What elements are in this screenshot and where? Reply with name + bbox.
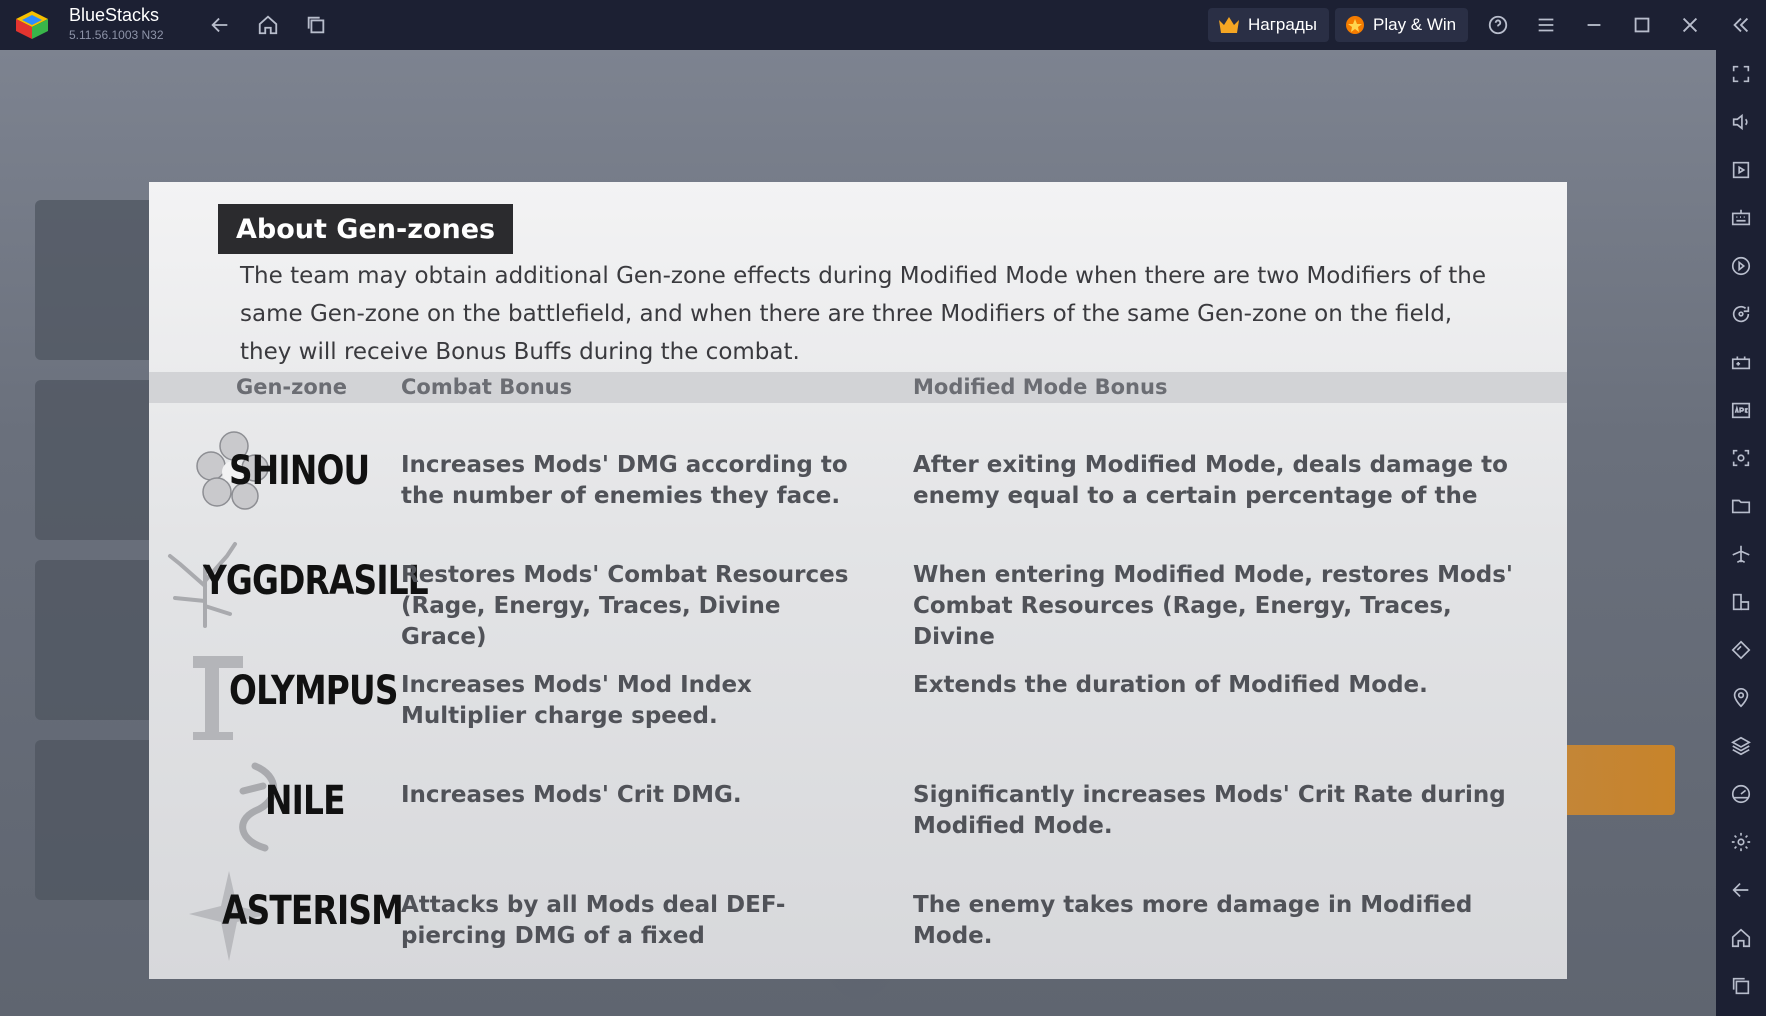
home-icon[interactable] — [254, 11, 282, 39]
modified-bonus-text: Extends the duration of Modified Mode. — [913, 672, 1428, 698]
rewards-label: Награды — [1248, 15, 1317, 34]
macro-icon[interactable] — [1729, 254, 1753, 278]
yggdrasill-logo: YGGDRASILL — [165, 536, 429, 636]
crown-icon — [1219, 17, 1239, 33]
playwin-icon — [1346, 16, 1364, 34]
modified-bonus-text: When entering Modified Mode, restores Mo… — [913, 562, 1513, 650]
multi-instance-icon[interactable] — [302, 11, 330, 39]
settings-icon[interactable] — [1729, 830, 1753, 854]
background-character-card — [35, 560, 155, 720]
modified-bonus-text: After exiting Modified Mode, deals damag… — [913, 452, 1508, 509]
table-row: OLYMPUS Increases Mods' Mod Index Multip… — [149, 646, 1567, 756]
home-icon[interactable] — [1729, 926, 1753, 950]
table-row: YGGDRASILL Restores Mods' Combat Resourc… — [149, 536, 1567, 650]
app-version: 5.11.56.1003 N32 — [69, 28, 164, 42]
folder-icon[interactable] — [1729, 494, 1753, 518]
performance-icon[interactable] — [1729, 782, 1753, 806]
zone-name: SHINOU — [229, 448, 370, 494]
olympus-logo: OLYMPUS — [189, 646, 421, 746]
header-genzone: Gen-zone — [236, 375, 347, 399]
background-character-card — [35, 200, 155, 360]
combat-bonus-text: Increases Mods' Crit DMG. — [401, 782, 742, 808]
keyboard-icon[interactable] — [1729, 206, 1753, 230]
background-character-card — [35, 380, 155, 540]
combat-bonus-text: Increases Mods' DMG according to the num… — [401, 452, 848, 509]
resize-icon[interactable] — [1729, 590, 1753, 614]
shinou-logo: SHINOU — [189, 426, 421, 526]
app-name: BlueStacks — [69, 5, 160, 25]
header-modified-bonus: Modified Mode Bonus — [913, 375, 1168, 399]
panel-description: The team may obtain additional Gen-zone … — [240, 263, 1486, 365]
eco-icon[interactable] — [1729, 638, 1753, 662]
modified-bonus-text: Significantly increases Mods' Crit Rate … — [913, 782, 1506, 839]
playwin-label: Play & Win — [1373, 15, 1457, 34]
rotate-icon[interactable] — [1729, 302, 1753, 326]
rewards-button[interactable]: Награды — [1208, 8, 1329, 42]
volume-icon[interactable] — [1729, 110, 1753, 134]
layers-icon[interactable] — [1729, 734, 1753, 758]
back-icon[interactable] — [206, 11, 234, 39]
table-header: Gen-zone Combat Bonus Modified Mode Bonu… — [149, 372, 1567, 403]
recent-apps-icon[interactable] — [1729, 974, 1753, 998]
play-and-win-button[interactable]: Play & Win — [1335, 8, 1469, 42]
apk-icon[interactable] — [1729, 398, 1753, 422]
table-row: ASTERISM Attacks by all Mods deal DEF-pi… — [149, 866, 1567, 976]
collapse-sidebar-icon[interactable] — [1727, 11, 1755, 39]
combat-bonus-text: Attacks by all Mods deal DEF-piercing DM… — [401, 892, 786, 949]
table-row: NILE Increases Mods' Crit DMG. Significa… — [149, 756, 1567, 866]
right-sidebar — [1716, 50, 1766, 1016]
back-icon[interactable] — [1729, 878, 1753, 902]
bluestacks-logo-icon — [16, 11, 48, 39]
location-icon[interactable] — [1729, 686, 1753, 710]
game-screen[interactable]: About Gen-zones The team may obtain addi… — [0, 50, 1716, 1016]
help-icon[interactable] — [1484, 11, 1512, 39]
zone-name: NILE — [265, 778, 346, 824]
header-combat-bonus: Combat Bonus — [401, 375, 573, 399]
menu-icon[interactable] — [1532, 11, 1560, 39]
asterism-logo: ASTERISM — [189, 866, 421, 966]
zone-name: OLYMPUS — [229, 668, 398, 714]
panel-title: About Gen-zones — [218, 204, 514, 254]
combat-bonus-text: Restores Mods' Combat Resources (Rage, E… — [401, 562, 849, 650]
background-character-card — [35, 740, 155, 900]
close-icon[interactable] — [1676, 11, 1704, 39]
title-bar: BlueStacks 5.11.56.1003 N32 Награды Play… — [0, 0, 1766, 50]
zone-name: YGGDRASILL — [203, 558, 429, 604]
fullscreen-icon[interactable] — [1729, 62, 1753, 86]
modified-bonus-text: The enemy takes more damage in Modified … — [913, 892, 1473, 949]
combat-bonus-text: Increases Mods' Mod Index Multiplier cha… — [401, 672, 752, 729]
gen-zones-info-panel: About Gen-zones The team may obtain addi… — [149, 182, 1567, 979]
table-row: SHINOU Increases Mods' DMG according to … — [149, 426, 1567, 536]
zone-name: ASTERISM — [222, 888, 404, 934]
gamepad-icon[interactable] — [1729, 350, 1753, 374]
maximize-icon[interactable] — [1628, 11, 1656, 39]
screenshot-icon[interactable] — [1729, 446, 1753, 470]
media-icon[interactable] — [1729, 158, 1753, 182]
minimize-icon[interactable] — [1580, 11, 1608, 39]
airplane-icon[interactable] — [1729, 542, 1753, 566]
